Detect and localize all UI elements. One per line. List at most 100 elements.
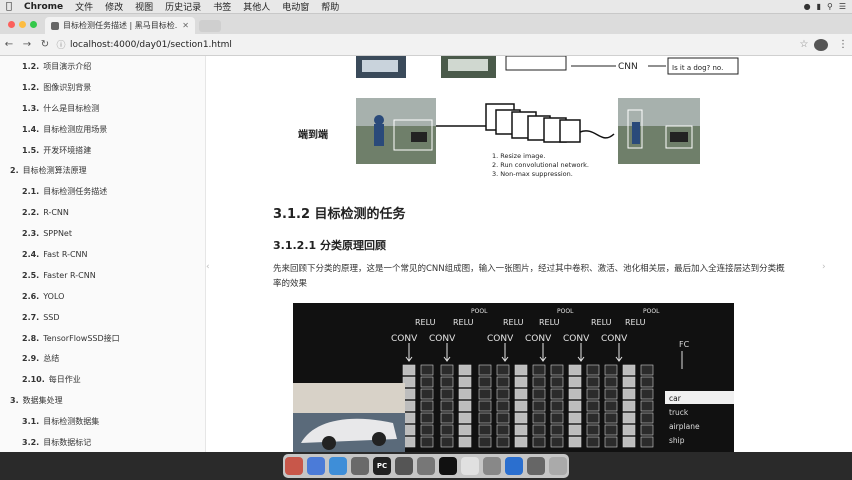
menu-people[interactable]: 其他人 xyxy=(237,0,276,13)
maximize-window-icon[interactable] xyxy=(30,21,37,28)
next-page-icon[interactable]: › xyxy=(822,262,826,272)
feature-map-cell xyxy=(496,388,510,400)
pipeline-step-2: 2. Run convolutional network. xyxy=(492,161,589,169)
toc-item-number: 2.1. xyxy=(22,187,40,197)
toc-item-number: 2.4. xyxy=(22,249,40,259)
toc-item[interactable]: 1.5. 开发环境搭建 xyxy=(0,140,205,161)
menu-history[interactable]: 历史记录 xyxy=(159,0,207,13)
toc-item[interactable]: 2. 目标检测算法原理 xyxy=(0,160,205,181)
feature-map-cell xyxy=(496,400,510,412)
feature-map-cell xyxy=(532,412,546,424)
feature-map-cell xyxy=(496,436,510,448)
menu-edit[interactable]: 修改 xyxy=(99,0,129,13)
url-field[interactable]: localhost:4000/day01/section1.html xyxy=(68,40,794,50)
toc-item-number: 2.5. xyxy=(22,270,40,280)
toc-item[interactable]: 1.2. 项目演示介绍 xyxy=(0,56,205,77)
feature-map-cell xyxy=(514,412,528,424)
dock-launchpad-icon[interactable] xyxy=(307,457,325,475)
list-icon[interactable]: ☰ xyxy=(839,2,846,11)
toc-item[interactable]: 2.7. SSD xyxy=(0,307,205,328)
bookmark-star-icon[interactable]: ☆ xyxy=(794,39,814,50)
toc-item-label: 项目演示介绍 xyxy=(43,61,92,71)
apple-icon[interactable]:  xyxy=(0,1,18,12)
toc-item-number: 3.1. xyxy=(22,417,40,427)
menu-bookmarks[interactable]: 书签 xyxy=(207,0,237,13)
toc-item[interactable]: 2.8. TensorFlowSSD接口 xyxy=(0,328,205,349)
prev-page-icon[interactable]: ‹ xyxy=(206,262,210,272)
toc-item[interactable]: 2.6. YOLO xyxy=(0,286,205,307)
dock-app-12-icon[interactable] xyxy=(527,457,545,475)
minimize-window-icon[interactable] xyxy=(19,21,26,28)
dock-settings-icon[interactable] xyxy=(351,457,369,475)
relu-label: RELU xyxy=(539,318,560,327)
feature-map-cell xyxy=(550,424,564,436)
toc-item-number: 2.3. xyxy=(22,229,40,239)
new-tab-button[interactable] xyxy=(199,20,221,32)
dock-trash-icon[interactable] xyxy=(549,457,567,475)
feature-map-cell xyxy=(440,376,454,388)
toc-item[interactable]: 1.3. 什么是目标检测 xyxy=(0,98,205,119)
forward-icon[interactable]: → xyxy=(18,39,36,50)
reload-icon[interactable]: ↻ xyxy=(36,39,54,50)
toc-item[interactable]: 3.2. 目标数据标记 xyxy=(0,432,205,452)
wifi-icon[interactable]: ● xyxy=(804,2,811,11)
feature-map-cell xyxy=(458,436,472,448)
fc-label: FC xyxy=(679,340,690,349)
dock-chrome-icon[interactable] xyxy=(417,457,435,475)
end-to-end-label: 端到端 xyxy=(298,128,328,141)
menu-app-name[interactable]: Chrome xyxy=(18,2,69,12)
toc-item-number: 2. xyxy=(10,166,19,176)
toc-item[interactable]: 2.5. Faster R-CNN xyxy=(0,265,205,286)
toc-item[interactable]: 3. 数据集处理 xyxy=(0,390,205,411)
menu-help[interactable]: 帮助 xyxy=(315,0,345,13)
conv-label: CONV xyxy=(487,334,514,344)
menu-window[interactable]: 电动窗 xyxy=(276,0,315,13)
toc-item[interactable]: 1.4. 目标检测应用场景 xyxy=(0,119,205,140)
battery-icon[interactable]: ▮ xyxy=(817,2,821,11)
back-icon[interactable]: ← xyxy=(0,39,18,50)
search-icon[interactable]: ⚲ xyxy=(827,2,833,11)
toc-item[interactable]: 3.1. 目标检测数据集 xyxy=(0,411,205,432)
menu-file[interactable]: 文件 xyxy=(69,0,99,13)
close-window-icon[interactable] xyxy=(8,21,15,28)
dock-app-9-icon[interactable] xyxy=(461,457,479,475)
dock-app-10-icon[interactable] xyxy=(483,457,501,475)
feature-map-cell xyxy=(458,364,472,376)
close-tab-icon[interactable]: ✕ xyxy=(182,21,189,30)
feature-map-cell xyxy=(458,400,472,412)
feature-map-cell xyxy=(604,436,618,448)
extension-icon[interactable] xyxy=(814,38,828,51)
dock-pycharm-icon[interactable]: PC xyxy=(373,457,391,475)
menu-view[interactable]: 视图 xyxy=(129,0,159,13)
thumb-image-2-sky xyxy=(448,59,488,71)
feature-map-cell xyxy=(640,436,654,448)
feature-map-cell xyxy=(640,364,654,376)
class-ship: ship xyxy=(669,436,685,445)
relu-label: RELU xyxy=(453,318,474,327)
toc-item[interactable]: 2.9. 总结 xyxy=(0,348,205,369)
site-info-icon[interactable]: ⓘ xyxy=(54,38,68,51)
toc-item[interactable]: 2.10. 每日作业 xyxy=(0,369,205,390)
toc-item-number: 3.2. xyxy=(22,437,40,447)
toc-item[interactable]: 2.1. 目标检测任务描述 xyxy=(0,181,205,202)
figure-cnn-architecture: CONV CONV CONV CONV CONV CONVRELU RELU RELU RELU… xyxy=(293,303,734,452)
toc-item[interactable]: 2.3. SPPNet xyxy=(0,223,205,244)
dock-app-6-icon[interactable] xyxy=(395,457,413,475)
feature-map-cell xyxy=(440,436,454,448)
dock-app-1-icon[interactable] xyxy=(285,457,303,475)
cnn-layer-labels: CONV CONV CONV CONV CONV CONVRELU RELU RELU RELU… xyxy=(391,308,660,362)
dock-finder-icon[interactable] xyxy=(505,457,523,475)
feature-map-cell xyxy=(514,424,528,436)
feature-map-cell xyxy=(478,412,492,424)
dock-safari-icon[interactable] xyxy=(329,457,347,475)
dock-terminal-icon[interactable] xyxy=(439,457,457,475)
browser-tab[interactable]: 目标检测任务描述 | 黑马目标检... ✕ xyxy=(45,17,195,34)
browser-menu-icon[interactable]: ⋮ xyxy=(834,39,852,50)
toc-item[interactable]: 2.4. Fast R-CNN xyxy=(0,244,205,265)
feature-map-cell xyxy=(622,412,636,424)
toc-item-label: 目标检测任务描述 xyxy=(43,187,108,197)
toc-item[interactable]: 2.2. R-CNN xyxy=(0,202,205,223)
class-truck: truck xyxy=(669,408,689,417)
toc-item[interactable]: 1.2. 图像识别背景 xyxy=(0,77,205,98)
feature-map-cell xyxy=(604,424,618,436)
